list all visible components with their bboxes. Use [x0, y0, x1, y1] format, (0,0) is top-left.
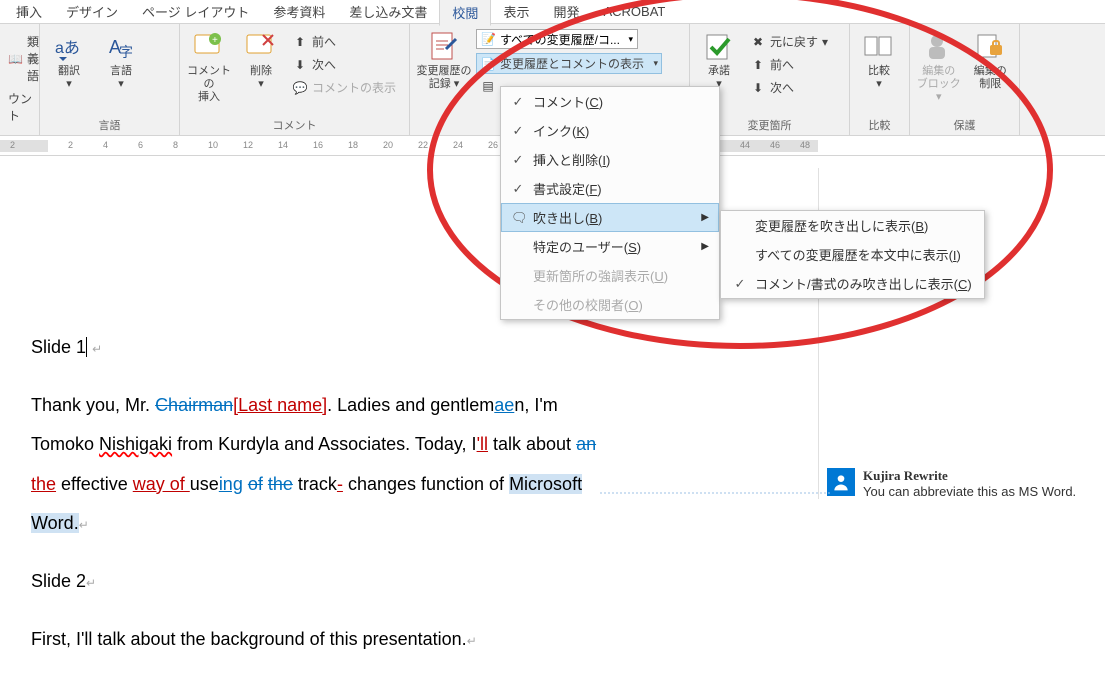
change-prev-button[interactable]: ⬆ 前へ: [746, 54, 832, 75]
tab-design[interactable]: デザイン: [54, 0, 130, 24]
markup-display-combo[interactable]: 📝 すべての変更履歴/コ... ▾: [476, 29, 638, 49]
show-comments-button[interactable]: 💬 コメントの表示: [288, 77, 400, 98]
accept-button[interactable]: 承諾▾: [694, 27, 744, 91]
check-icon: ✓: [511, 152, 525, 168]
word-count-button[interactable]: ウント: [4, 88, 44, 126]
comment-box[interactable]: Kujira Rewrite You can abbreviate this a…: [819, 468, 1105, 499]
book-icon: 📖: [8, 51, 23, 67]
comment-body: You can abbreviate this as MS Word.: [863, 484, 1076, 499]
markup-icon: 📝: [481, 32, 496, 46]
translate-button[interactable]: aあ 翻訳▾: [44, 27, 94, 91]
caret-down-icon: ▾: [653, 58, 658, 69]
next-icon: ⬇: [750, 80, 766, 96]
para-1: Thank you, Mr. Chairman[Last name]. Ladi…: [31, 386, 671, 426]
show-comments-icon: 💬: [292, 80, 308, 96]
tab-view[interactable]: 表示: [491, 0, 541, 24]
reject-icon: ✖: [750, 34, 766, 50]
para-4: Word.↵: [31, 504, 671, 544]
group-label-protect: 保護: [914, 115, 1015, 135]
para-slide1: Slide 1 ↵: [31, 328, 671, 368]
submenu-show-inline[interactable]: すべての変更履歴を本文中に表示(I): [721, 240, 984, 269]
tab-insert[interactable]: 挿入: [4, 0, 54, 24]
change-next-button[interactable]: ⬇ 次へ: [746, 77, 832, 98]
svg-text:字: 字: [119, 44, 133, 60]
comment-next-button[interactable]: ⬇ 次へ: [288, 54, 400, 75]
balloons-submenu: 変更履歴を吹き出しに表示(B) すべての変更履歴を本文中に表示(I) ✓コメント…: [720, 210, 985, 299]
check-icon: ✓: [511, 94, 525, 110]
tab-references[interactable]: 参考資料: [261, 0, 337, 24]
submenu-comments-formatting-only[interactable]: ✓コメント/書式のみ吹き出しに表示(C): [721, 269, 984, 298]
menu-ink[interactable]: ✓インク(K): [501, 116, 719, 145]
pane-icon: ▤: [480, 78, 496, 94]
menu-highlight-updates: 更新箇所の強調表示(U): [501, 261, 719, 290]
block-icon: [923, 31, 955, 63]
group-label-language: 言語: [44, 115, 175, 135]
tab-developer[interactable]: 開発: [541, 0, 591, 24]
prev-icon: ⬆: [750, 57, 766, 73]
tab-review[interactable]: 校閲: [439, 0, 491, 26]
tab-mailings[interactable]: 差し込み文書: [337, 0, 439, 24]
accept-icon: [703, 31, 735, 63]
para-5: First, I'll talk about the background of…: [31, 620, 671, 660]
para-2: Tomoko Nishigaki from Kurdyla and Associ…: [31, 425, 671, 465]
comment-new-icon: +: [193, 31, 225, 63]
compare-button[interactable]: 比較▾: [854, 27, 904, 91]
reject-button[interactable]: ✖ 元に戻す ▾: [746, 31, 832, 52]
chevron-right-icon: ▶: [701, 241, 709, 252]
svg-text:aあ: aあ: [55, 39, 80, 57]
compare-icon: [863, 31, 895, 63]
show-markup-button[interactable]: 📄 変更履歴とコメントの表示 ▾: [476, 53, 662, 74]
show-markup-icon: 📄: [480, 56, 496, 72]
next-icon: ⬇: [292, 57, 308, 73]
submenu-show-in-balloons[interactable]: 変更履歴を吹き出しに表示(B): [721, 211, 984, 240]
delete-comment-button[interactable]: 削除▾: [236, 27, 286, 91]
language-icon: A字: [105, 31, 137, 63]
tab-acrobat[interactable]: ACROBAT: [591, 1, 677, 22]
menu-specific-users[interactable]: 特定のユーザー(S)▶: [501, 232, 719, 261]
caret-down-icon: ▾: [628, 34, 633, 45]
comment-author: Kujira Rewrite: [863, 468, 1076, 484]
show-markup-menu: ✓コメント(C) ✓インク(K) ✓挿入と削除(I) ✓書式設定(F) 🗨吹き出…: [500, 86, 720, 320]
group-label-compare: 比較: [854, 115, 905, 135]
svg-text:+: +: [212, 35, 218, 46]
prev-icon: ⬆: [292, 34, 308, 50]
check-icon: ✓: [511, 123, 525, 139]
track-icon: [428, 31, 460, 63]
tab-layout[interactable]: ページ レイアウト: [130, 0, 261, 24]
language-button[interactable]: A字 言語▾: [96, 27, 146, 91]
para-slide2: Slide 2↵: [31, 562, 671, 602]
chevron-right-icon: ▶: [701, 212, 709, 223]
restrict-icon: [974, 31, 1006, 63]
comment-prev-button[interactable]: ⬆ 前へ: [288, 31, 400, 52]
restrict-editing-button[interactable]: 編集の制限: [966, 27, 1016, 91]
avatar: [827, 468, 855, 496]
para-3: the effective way of useing of the track…: [31, 465, 671, 505]
menu-insertions-deletions[interactable]: ✓挿入と削除(I): [501, 145, 719, 174]
balloon-icon: 🗨: [511, 210, 525, 226]
menu-formatting[interactable]: ✓書式設定(F): [501, 174, 719, 203]
new-comment-button[interactable]: + コメントの挿入: [184, 27, 234, 105]
menu-other-authors: その他の校閲者(O): [501, 290, 719, 319]
check-icon: ✓: [733, 276, 747, 292]
translate-icon: aあ: [53, 31, 85, 63]
block-authors-button[interactable]: 編集のブロック ▾: [914, 27, 964, 105]
comment-delete-icon: [245, 31, 277, 63]
menu-comments[interactable]: ✓コメント(C): [501, 87, 719, 116]
menu-balloons[interactable]: 🗨吹き出し(B)▶: [501, 203, 719, 232]
track-changes-button[interactable]: 変更履歴の記録 ▾: [414, 27, 474, 91]
check-icon: ✓: [511, 181, 525, 197]
group-label-comment: コメント: [184, 115, 405, 135]
thesaurus-button[interactable]: 📖 類義語: [4, 31, 44, 86]
